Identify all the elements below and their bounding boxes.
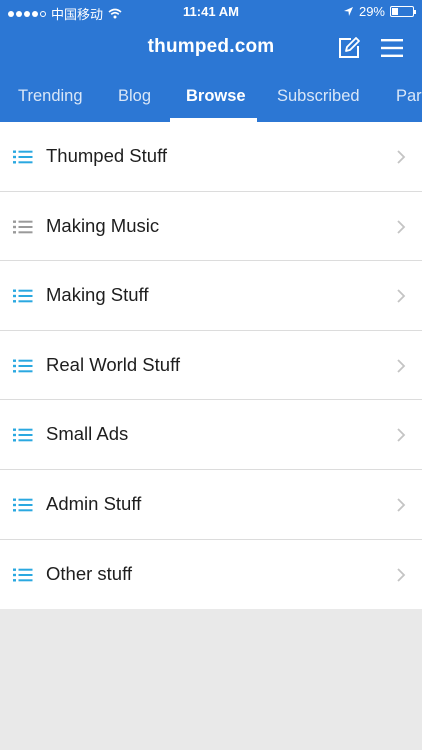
app-header: 中国移动 11:41 AM 29% thumped.com Trending B… xyxy=(0,0,422,122)
category-list: Thumped Stuff Making Music Making Stuff Rea… xyxy=(0,122,422,610)
category-row[interactable]: Small Ads xyxy=(0,400,422,470)
title-bar: thumped.com xyxy=(0,28,422,68)
tab-trending[interactable]: Trending xyxy=(18,72,83,122)
category-label: Admin Stuff xyxy=(46,492,142,514)
category-label: Thumped Stuff xyxy=(46,145,168,166)
list-icon xyxy=(13,220,33,234)
chevron-right-icon xyxy=(397,567,406,582)
chevron-right-icon xyxy=(397,289,406,303)
chevron-right-icon xyxy=(397,498,406,512)
category-label: Real World Stuff xyxy=(46,353,181,375)
tab-blog[interactable]: Blog xyxy=(118,72,151,122)
chevron-right-icon xyxy=(397,219,406,234)
chevron-right-icon xyxy=(397,428,406,443)
compose-icon[interactable] xyxy=(337,36,361,60)
list-icon xyxy=(13,428,33,442)
status-bar: 中国移动 11:41 AM 29% xyxy=(0,0,422,24)
hamburger-menu-icon[interactable] xyxy=(380,37,404,59)
category-row[interactable]: Admin Stuff xyxy=(0,469,422,540)
chevron-right-icon xyxy=(397,359,406,373)
list-icon xyxy=(13,359,33,373)
battery-percent: 29% xyxy=(358,4,385,19)
tab-bar: Trending Blog Browse Subscribed Par xyxy=(0,72,422,122)
tab-subscribed[interactable]: Subscribed xyxy=(277,72,360,122)
category-row[interactable]: Real World Stuff xyxy=(0,330,422,401)
list-icon xyxy=(13,568,33,582)
tab-partial[interactable]: Par xyxy=(396,72,422,122)
category-label: Making Music xyxy=(46,214,160,236)
category-row[interactable]: Making Music xyxy=(0,191,422,262)
tab-browse[interactable]: Browse xyxy=(186,72,246,122)
list-icon xyxy=(13,289,33,303)
list-icon xyxy=(13,498,33,512)
list-icon xyxy=(13,150,33,164)
status-right: 29% xyxy=(343,4,416,19)
battery-icon xyxy=(390,6,416,17)
category-row[interactable]: Other stuff xyxy=(0,539,422,610)
category-label: Making Stuff xyxy=(46,284,149,306)
location-arrow-icon xyxy=(343,7,353,16)
category-row[interactable]: Making Stuff xyxy=(0,261,422,331)
category-label: Other stuff xyxy=(46,562,133,584)
chevron-right-icon xyxy=(397,150,406,164)
category-row[interactable]: Thumped Stuff xyxy=(0,122,422,192)
category-label: Small Ads xyxy=(46,423,129,445)
